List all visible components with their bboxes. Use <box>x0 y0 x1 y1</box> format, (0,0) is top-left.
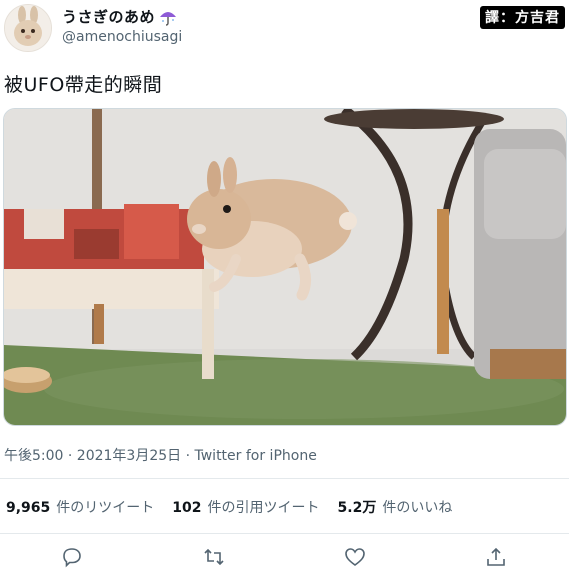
quote-tweet-count[interactable]: 102 件の引用ツイート <box>172 497 319 517</box>
retweet-icon <box>204 548 224 566</box>
rabbit-photo <box>4 109 566 425</box>
tweet-media-photo[interactable] <box>3 108 567 426</box>
divider <box>0 533 569 534</box>
heart-icon <box>345 548 365 566</box>
umbrella-icon <box>160 11 177 26</box>
translator-credit: 譯：方吉君 <box>480 6 565 29</box>
retweet-button[interactable] <box>203 546 225 568</box>
display-name[interactable]: うさぎのあめ <box>62 6 155 27</box>
avatar[interactable] <box>4 4 52 52</box>
name-row: うさぎのあめ <box>62 6 177 27</box>
username[interactable]: @amenochiusagi <box>62 29 182 45</box>
like-count[interactable]: 5.2万 件のいいね <box>338 497 453 517</box>
tweet-actions <box>0 540 569 574</box>
divider <box>0 478 569 479</box>
stat-label: 件の引用ツイート <box>207 500 320 516</box>
stat-label: 件のいいね <box>382 500 453 516</box>
tweet-text: 被UFO帶走的瞬間 <box>4 74 163 96</box>
rabbit-avatar-icon <box>5 5 51 51</box>
stat-value: 102 <box>172 500 202 516</box>
reply-icon <box>63 548 81 568</box>
stat-value: 5.2万 <box>337 500 377 516</box>
reply-button[interactable] <box>61 546 83 568</box>
retweet-count[interactable]: 9,965 件のリツイート <box>6 497 154 517</box>
tweet-stats: 9,965 件のリツイート 102 件の引用ツイート 5.2万 件のいいね <box>6 497 452 517</box>
tweet-timestamp[interactable]: 午後5:00 · 2021年3月25日 · Twitter for iPhone <box>4 445 317 465</box>
tweet-header: うさぎのあめ @amenochiusagi 譯：方吉君 <box>0 0 569 60</box>
stat-value: 9,965 <box>6 500 51 516</box>
share-icon <box>487 547 505 566</box>
share-button[interactable] <box>485 546 507 568</box>
stat-label: 件のリツイート <box>56 500 155 516</box>
like-button[interactable] <box>344 546 366 568</box>
